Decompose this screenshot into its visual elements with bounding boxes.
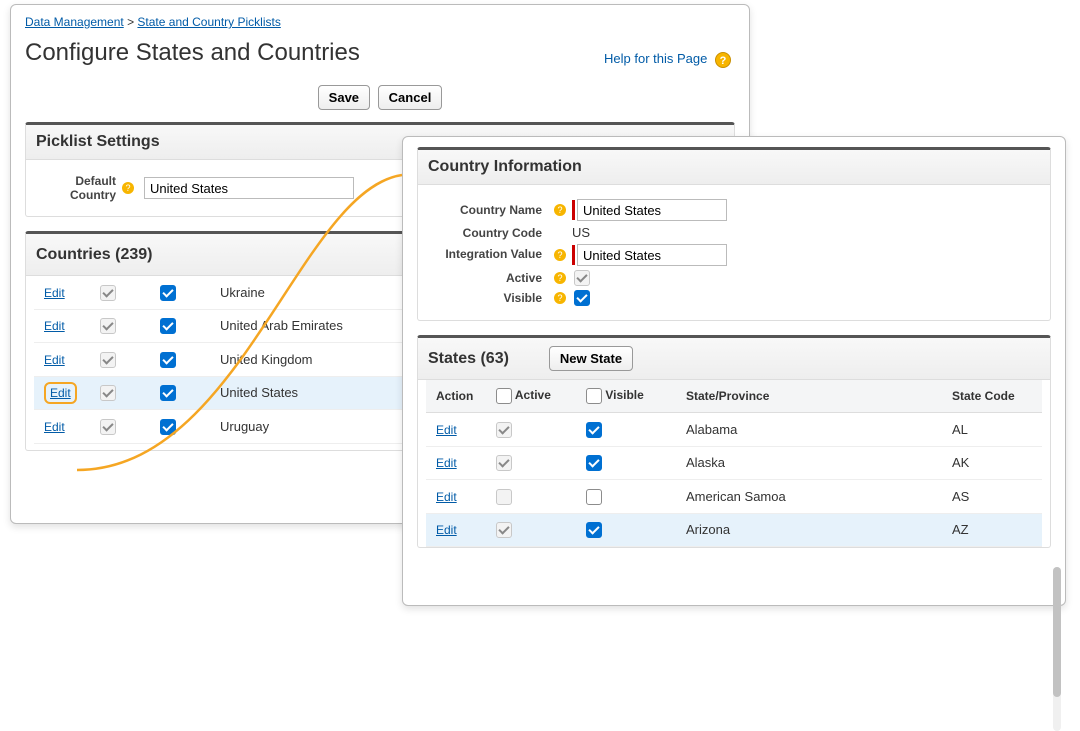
active-checkbox: [574, 270, 590, 286]
help-icon[interactable]: ?: [122, 182, 134, 194]
breadcrumb-root-link[interactable]: Data Management: [25, 15, 124, 29]
table-row: Edit AlabamaAL: [426, 413, 1042, 447]
active-checkbox: [496, 522, 512, 538]
country-detail-panel: Country Information Country Name ? Count…: [402, 136, 1066, 606]
col-visible: Visible: [576, 380, 676, 413]
help-icon[interactable]: ?: [554, 204, 566, 216]
help-icon[interactable]: ?: [554, 272, 566, 284]
states-section: States (63) New State Action Active Visi…: [417, 335, 1051, 548]
visible-checkbox[interactable]: [160, 419, 176, 435]
breadcrumb: Data Management > State and Country Pick…: [25, 15, 735, 29]
state-name: Alaska: [676, 446, 942, 480]
edit-link[interactable]: Edit: [436, 423, 457, 437]
visible-checkbox[interactable]: [160, 318, 176, 334]
edit-link[interactable]: Edit: [436, 523, 457, 537]
help-icon[interactable]: ?: [554, 292, 566, 304]
state-code: AZ: [942, 513, 1042, 547]
state-name: American Samoa: [676, 480, 942, 514]
states-title: States (63): [428, 350, 509, 368]
breadcrumb-sep: >: [127, 15, 137, 29]
active-checkbox: [496, 489, 512, 505]
edit-link[interactable]: Edit: [436, 490, 457, 504]
active-checkbox: [100, 385, 116, 401]
active-checkbox: [100, 318, 116, 334]
country-name-label: Country Name: [430, 203, 550, 217]
integration-value-label: Integration Value: [430, 248, 550, 261]
edit-link[interactable]: Edit: [436, 456, 457, 470]
active-checkbox: [100, 419, 116, 435]
active-checkbox: [100, 285, 116, 301]
visible-label: Visible: [430, 291, 550, 305]
visible-checkbox[interactable]: [574, 290, 590, 306]
edit-link[interactable]: Edit: [44, 353, 65, 367]
state-name: Alabama: [676, 413, 942, 447]
state-code: AS: [942, 480, 1042, 514]
edit-link[interactable]: Edit: [44, 319, 65, 333]
country-code-label: Country Code: [430, 226, 550, 240]
states-table: Action Active Visible State/Province Sta…: [426, 380, 1042, 547]
default-country-label: Default Country: [38, 174, 118, 202]
active-checkbox: [100, 352, 116, 368]
table-row: Edit ArizonaAZ: [426, 513, 1042, 547]
cancel-button[interactable]: Cancel: [378, 85, 443, 110]
edit-link[interactable]: Edit: [44, 420, 65, 434]
visible-checkbox[interactable]: [586, 422, 602, 438]
scrollbar[interactable]: [1053, 567, 1061, 731]
select-all-visible-checkbox[interactable]: [586, 388, 602, 404]
picklist-settings-title: Picklist Settings: [36, 133, 160, 151]
col-active: Active: [486, 380, 576, 413]
help-icon: ?: [715, 52, 731, 68]
required-indicator: [572, 200, 575, 220]
col-state-code: State Code: [942, 380, 1042, 413]
state-name: Arizona: [676, 513, 942, 547]
country-code-value: US: [572, 225, 590, 240]
active-checkbox: [496, 422, 512, 438]
visible-checkbox[interactable]: [586, 489, 602, 505]
save-button[interactable]: Save: [318, 85, 370, 110]
table-row: Edit AlaskaAK: [426, 446, 1042, 480]
visible-checkbox[interactable]: [160, 385, 176, 401]
active-label: Active: [430, 271, 550, 285]
visible-checkbox[interactable]: [586, 455, 602, 471]
table-row: Edit American SamoaAS: [426, 480, 1042, 514]
default-country-input[interactable]: [144, 177, 354, 199]
active-checkbox: [496, 455, 512, 471]
visible-checkbox[interactable]: [586, 522, 602, 538]
country-info-section: Country Information Country Name ? Count…: [417, 147, 1051, 321]
state-code: AL: [942, 413, 1042, 447]
col-action: Action: [426, 380, 486, 413]
edit-link[interactable]: Edit: [44, 286, 65, 300]
new-state-button[interactable]: New State: [549, 346, 633, 371]
required-indicator: [572, 245, 575, 265]
action-toolbar: Save Cancel: [25, 85, 735, 110]
help-for-page[interactable]: Help for this Page ?: [604, 51, 731, 68]
select-all-active-checkbox[interactable]: [496, 388, 512, 404]
country-name-input[interactable]: [577, 199, 727, 221]
help-link-text: Help for this Page: [604, 51, 707, 66]
scrollbar-thumb[interactable]: [1053, 567, 1061, 697]
help-icon[interactable]: ?: [554, 249, 566, 261]
country-info-title: Country Information: [428, 158, 582, 176]
edit-link[interactable]: Edit: [44, 382, 77, 404]
breadcrumb-leaf-link[interactable]: State and Country Picklists: [137, 15, 280, 29]
visible-checkbox[interactable]: [160, 352, 176, 368]
col-state-province: State/Province: [676, 380, 942, 413]
state-code: AK: [942, 446, 1042, 480]
visible-checkbox[interactable]: [160, 285, 176, 301]
countries-title: Countries (239): [36, 246, 152, 264]
integration-value-input[interactable]: [577, 244, 727, 266]
